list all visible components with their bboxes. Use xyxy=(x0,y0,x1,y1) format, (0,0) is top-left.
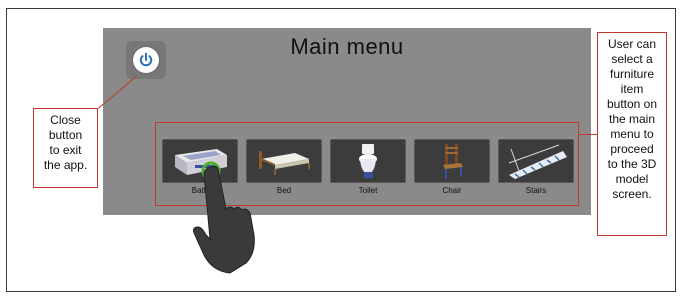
app-screen: Main menu Bath Bed Toilet Chair Stairs xyxy=(103,28,591,215)
callout-line: User can xyxy=(607,37,657,51)
callout-line: the app. xyxy=(43,158,88,172)
callout-line: to exit xyxy=(49,143,82,157)
callout-line: item xyxy=(620,82,644,96)
callout-line: furniture xyxy=(609,67,655,81)
callout-line: to the 3D xyxy=(607,157,657,171)
toilet-icon xyxy=(359,144,377,178)
menu-item-chair[interactable]: Chair xyxy=(414,139,490,197)
callout-line: proceed xyxy=(610,142,654,156)
toilet-button[interactable] xyxy=(330,139,406,183)
page-title: Main menu xyxy=(290,34,404,59)
callout-line: model xyxy=(615,172,649,186)
callout-line: the main xyxy=(608,112,656,126)
menu-item-stairs[interactable]: Stairs xyxy=(498,139,574,197)
close-app-button[interactable] xyxy=(126,41,166,79)
chair-icon xyxy=(443,144,463,179)
hand-pointer-icon xyxy=(193,165,255,274)
stairs-label: Stairs xyxy=(525,186,547,195)
close-button-callout: Close button to exit the app. xyxy=(33,108,98,188)
callout-line: Close xyxy=(50,113,81,127)
power-icon xyxy=(133,47,159,73)
select-item-callout: User can select a furniture item button … xyxy=(597,32,667,236)
chair-label: Chair xyxy=(442,186,462,195)
callout-line: button on xyxy=(606,97,658,111)
menu-item-toilet[interactable]: Toilet xyxy=(330,139,406,197)
toilet-label: Toilet xyxy=(358,186,378,195)
stairs-button[interactable] xyxy=(498,139,574,183)
callout-line: select a xyxy=(611,52,653,66)
callout-line: menu to xyxy=(610,127,654,141)
callout-line: button xyxy=(48,128,83,142)
chair-button[interactable] xyxy=(414,139,490,183)
stairs-icon xyxy=(508,144,567,179)
callout-line: screen. xyxy=(612,187,652,201)
select-callout-connector xyxy=(578,134,597,135)
